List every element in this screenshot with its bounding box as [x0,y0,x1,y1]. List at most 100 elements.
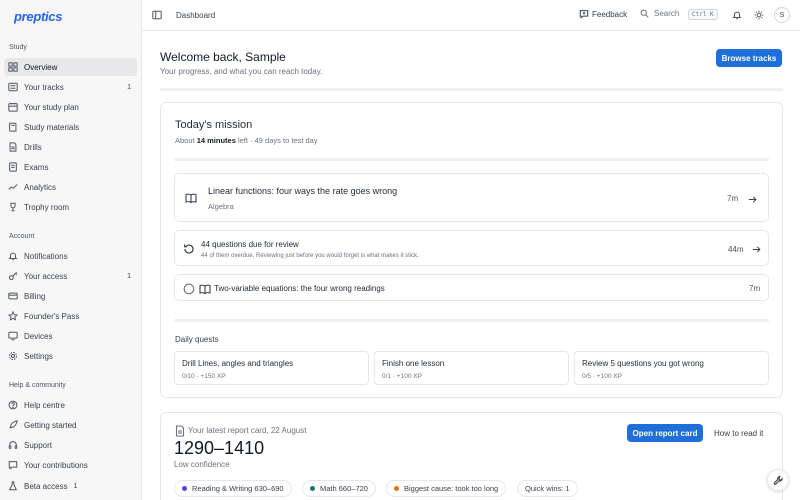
daily-quests-label: Daily quests [175,335,219,344]
list-icon [8,82,18,92]
quest-title: Review 5 questions you got wrong [582,359,704,368]
sidebar-item-label: Support [24,440,53,450]
theme-toggle-icon[interactable] [754,10,764,20]
sidebar-item-getting-started[interactable]: Getting started [4,416,137,434]
sidebar-item-label: Billing [24,291,46,301]
sidebar-item-label: Drills [24,142,42,152]
sidebar-item-label: Your study plan [24,102,79,112]
document-icon [174,425,186,439]
quick-wins-pill: Quick wins: 1 [517,480,578,497]
avatar[interactable]: S [774,7,790,23]
quest-title: Finish one lesson [382,359,445,368]
divider [160,88,783,91]
sidebar-item-label: Notifications [24,251,68,261]
sidebar-item-analytics[interactable]: Analytics [4,178,137,196]
mission-lesson-row[interactable]: Linear functions: four ways the rate goe… [174,173,769,222]
sidebar-item-notifications[interactable]: Notifications [4,247,137,265]
report-confidence: Low confidence [174,460,230,469]
sidebar-item-label: Getting started [24,420,77,430]
grid-icon [8,62,18,72]
sidebar-item-label: Trophy room [24,202,70,212]
report-label: Your latest report card, 22 August [188,426,307,435]
sidebar-item-label: Founder's Pass [24,311,80,321]
document-icon [8,162,18,172]
sidebar-item-study-materials[interactable]: Study materials [4,118,137,136]
sidebar-item-support[interactable]: Support [4,436,137,454]
sidebar: preptics Study Overview Your tracks 1 Yo… [0,0,142,500]
row-subtitle: 44 of them overdue. Reviewing just befor… [201,253,419,259]
sidebar-item-billing[interactable]: Billing [4,287,137,305]
star-icon [8,311,18,321]
mission-card: Today's mission About 14 minutes left · … [160,102,783,398]
row-title: 44 questions due for review [201,240,299,249]
row-subtitle: Algebra [208,202,234,211]
report-score: 1290–1410 [174,438,265,458]
sidebar-item-drills[interactable]: Drills [4,138,137,156]
arrow-right-icon [752,245,761,254]
sidebar-item-settings[interactable]: Settings [4,347,137,365]
sidebar-item-label: Overview [24,62,58,72]
support-icon [8,440,18,450]
sidebar-toggle-icon[interactable] [152,10,162,20]
search-button[interactable]: Search [640,9,679,18]
sidebar-item-label: Your tracks [24,82,64,92]
gear-icon [8,351,18,361]
help-icon [8,400,18,410]
section-label-help: Help & community [9,382,66,389]
section-label-study: Study [9,44,27,51]
sidebar-item-your-tracks[interactable]: Your tracks 1 [4,78,137,96]
row-title: Two-variable equations: the four wrong r… [214,284,385,293]
quest-card[interactable]: Finish one lesson 0/1 · +100 XP [374,351,569,385]
sidebar-item-trophy-room[interactable]: Trophy room [4,198,137,216]
section-score-pill: Reading & Writing 630–690 [174,480,292,497]
dot-indicator [394,486,399,491]
search-label: Search [654,9,680,18]
mission-practice-row[interactable]: Two-variable equations: the four wrong r… [174,274,769,301]
book-open-icon [199,283,211,297]
sidebar-item-label: Exams [24,162,49,172]
quest-progress: 0/5 · +100 XP [582,373,622,380]
quest-progress: 0/10 · +150 XP [182,373,226,380]
flask-icon [8,481,18,491]
browse-tracks-button[interactable]: Browse tracks [716,49,782,67]
sidebar-item-overview[interactable]: Overview [4,58,137,76]
dot-indicator [182,486,187,491]
sidebar-item-help-centre[interactable]: Help centre [4,396,137,414]
row-title: Linear functions: four ways the rate goe… [208,186,398,196]
bell-icon [8,251,18,261]
tools-fab[interactable] [767,469,789,491]
feedback-button[interactable]: Feedback [579,9,627,19]
count-badge: 1 [127,272,131,280]
book-open-icon [185,192,197,206]
count-badge: 1 [127,83,131,91]
refresh-icon [183,243,195,257]
mission-title: Today's mission [175,119,253,131]
mission-review-row[interactable]: 44 questions due for review 44 of them o… [174,230,769,266]
section-score-pill: Math 660–720 [302,480,376,497]
monitor-icon [8,331,18,341]
quest-card[interactable]: Review 5 questions you got wrong 0/5 · +… [574,351,769,385]
message-icon [8,460,18,470]
feedback-label: Feedback [592,9,628,19]
sidebar-item-your-access[interactable]: Your access 1 [4,267,137,285]
logo[interactable]: preptics [14,9,62,24]
sidebar-item-your-contributions[interactable]: Your contributions [4,456,137,474]
arrow-right-icon [748,195,757,204]
sidebar-item-devices[interactable]: Devices [4,327,137,345]
open-report-card-button[interactable]: Open report card [627,424,703,442]
row-time: 44m [728,245,744,254]
sidebar-item-exams[interactable]: Exams [4,158,137,176]
sidebar-item-study-plan[interactable]: Your study plan [4,98,137,116]
circle-checkbox-icon[interactable] [183,283,195,297]
welcome-subtitle: Your progress, and what you can reach to… [160,67,323,76]
card-icon [8,291,18,301]
bell-icon[interactable] [732,10,742,20]
trophy-icon [8,202,18,212]
sidebar-item-beta-access[interactable]: Beta access 1 [4,477,137,495]
row-time: 7m [749,284,761,293]
how-to-read-link[interactable]: How to read it [714,429,763,438]
sidebar-item-founders-pass[interactable]: Founder's Pass [4,307,137,325]
wrench-icon [773,475,783,485]
count-badge: 1 [73,482,78,490]
quest-card[interactable]: Drill Lines, angles and triangles 0/10 ·… [174,351,369,385]
